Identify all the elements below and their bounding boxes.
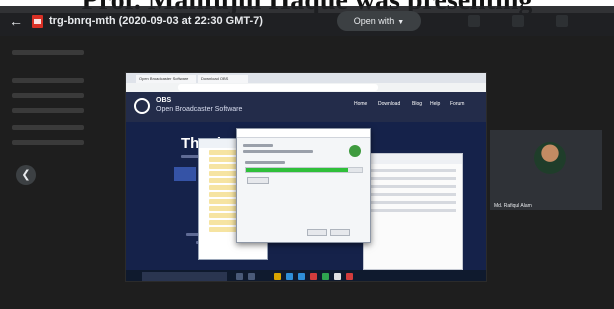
faded-sidebar-item (12, 50, 84, 55)
more-options-icon[interactable] (556, 15, 568, 27)
folder-pane-toolbar (364, 154, 462, 164)
print-icon[interactable] (512, 15, 524, 27)
chevron-down-icon: ▼ (397, 19, 405, 26)
show-details-button (247, 177, 269, 184)
participant-tile: Md. Rafiqul Alam (490, 130, 602, 210)
video-url-box (178, 84, 378, 91)
file-title: trg-bnrq-mth (2020-09-03 at 22:30 GMT-7) (49, 15, 263, 27)
taskbar-app-icon (248, 273, 255, 280)
video-tab: Open Broadcaster Software (136, 75, 196, 83)
participant-avatar (534, 142, 566, 174)
faded-sidebar-item (12, 108, 84, 113)
installer-icon (349, 145, 361, 157)
obs-site-subtitle: Open Broadcaster Software (156, 106, 243, 113)
dialog-text (243, 150, 313, 153)
faded-sidebar-item (12, 93, 84, 98)
taskbar-app-icon (322, 273, 329, 280)
taskbar-app-icon (298, 273, 305, 280)
folder-pane-row (370, 177, 456, 180)
participant-name: Md. Rafiqul Alam (494, 203, 532, 209)
chevron-left-icon[interactable]: ❮ (16, 165, 36, 185)
open-with-button[interactable]: Open with ▼ (337, 11, 421, 31)
folder-pane-row (370, 209, 456, 212)
meeting-video[interactable]: Open Broadcaster Software Download OBS O… (125, 72, 487, 282)
add-shortcut-icon[interactable] (468, 15, 480, 27)
taskbar-app-icon (274, 273, 281, 280)
folder-pane-row (370, 169, 456, 172)
obs-nav-item: Download (378, 101, 401, 107)
faded-sidebar-item (12, 125, 84, 130)
taskbar-app-icon (310, 273, 317, 280)
obs-nav-item: Forum (450, 101, 465, 107)
dialog-next-button (330, 229, 350, 236)
folder-pane-row (370, 201, 456, 204)
obs-hero-button (174, 167, 196, 181)
video-tab: Download OBS (198, 75, 248, 83)
viewer-toolbar: ← trg-bnrq-mth (2020-09-03 at 22:30 GMT-… (0, 6, 614, 36)
obs-nav-item: Help (430, 101, 441, 107)
video-taskbar (126, 270, 486, 281)
dialog-text (243, 144, 273, 147)
obs-nav-item: Home (354, 101, 368, 107)
taskbar-app-icon (346, 273, 353, 280)
install-progress-fill (246, 168, 349, 172)
dialog-text (245, 161, 285, 164)
faded-sidebar-item (12, 78, 84, 83)
obs-nav-item: Blog (412, 101, 423, 107)
dialog-back-button (307, 229, 327, 236)
taskbar-app-icon (236, 273, 243, 280)
video-taskbar-search (142, 272, 227, 281)
arrow-left-icon[interactable]: ← (8, 13, 24, 29)
open-with-label: Open with (353, 16, 395, 26)
install-progress-bar (245, 167, 363, 173)
video-browser-tabs: Open Broadcaster Software Download OBS (126, 73, 486, 83)
install-dialog (236, 128, 371, 243)
video-address-bar (126, 83, 486, 92)
folder-pane-row (370, 185, 456, 188)
obs-site-header: OBS Open Broadcaster Software Home Downl… (126, 92, 486, 122)
taskbar-app-icon (286, 273, 293, 280)
faded-sidebar-item (12, 140, 84, 145)
folder-contents-pane (363, 153, 463, 270)
folder-pane-row (370, 193, 456, 196)
dialog-titlebar (237, 129, 370, 138)
video-file-icon (32, 15, 43, 28)
obs-site-name: OBS (156, 97, 172, 104)
taskbar-app-icon (334, 273, 341, 280)
obs-logo-icon (134, 98, 150, 114)
